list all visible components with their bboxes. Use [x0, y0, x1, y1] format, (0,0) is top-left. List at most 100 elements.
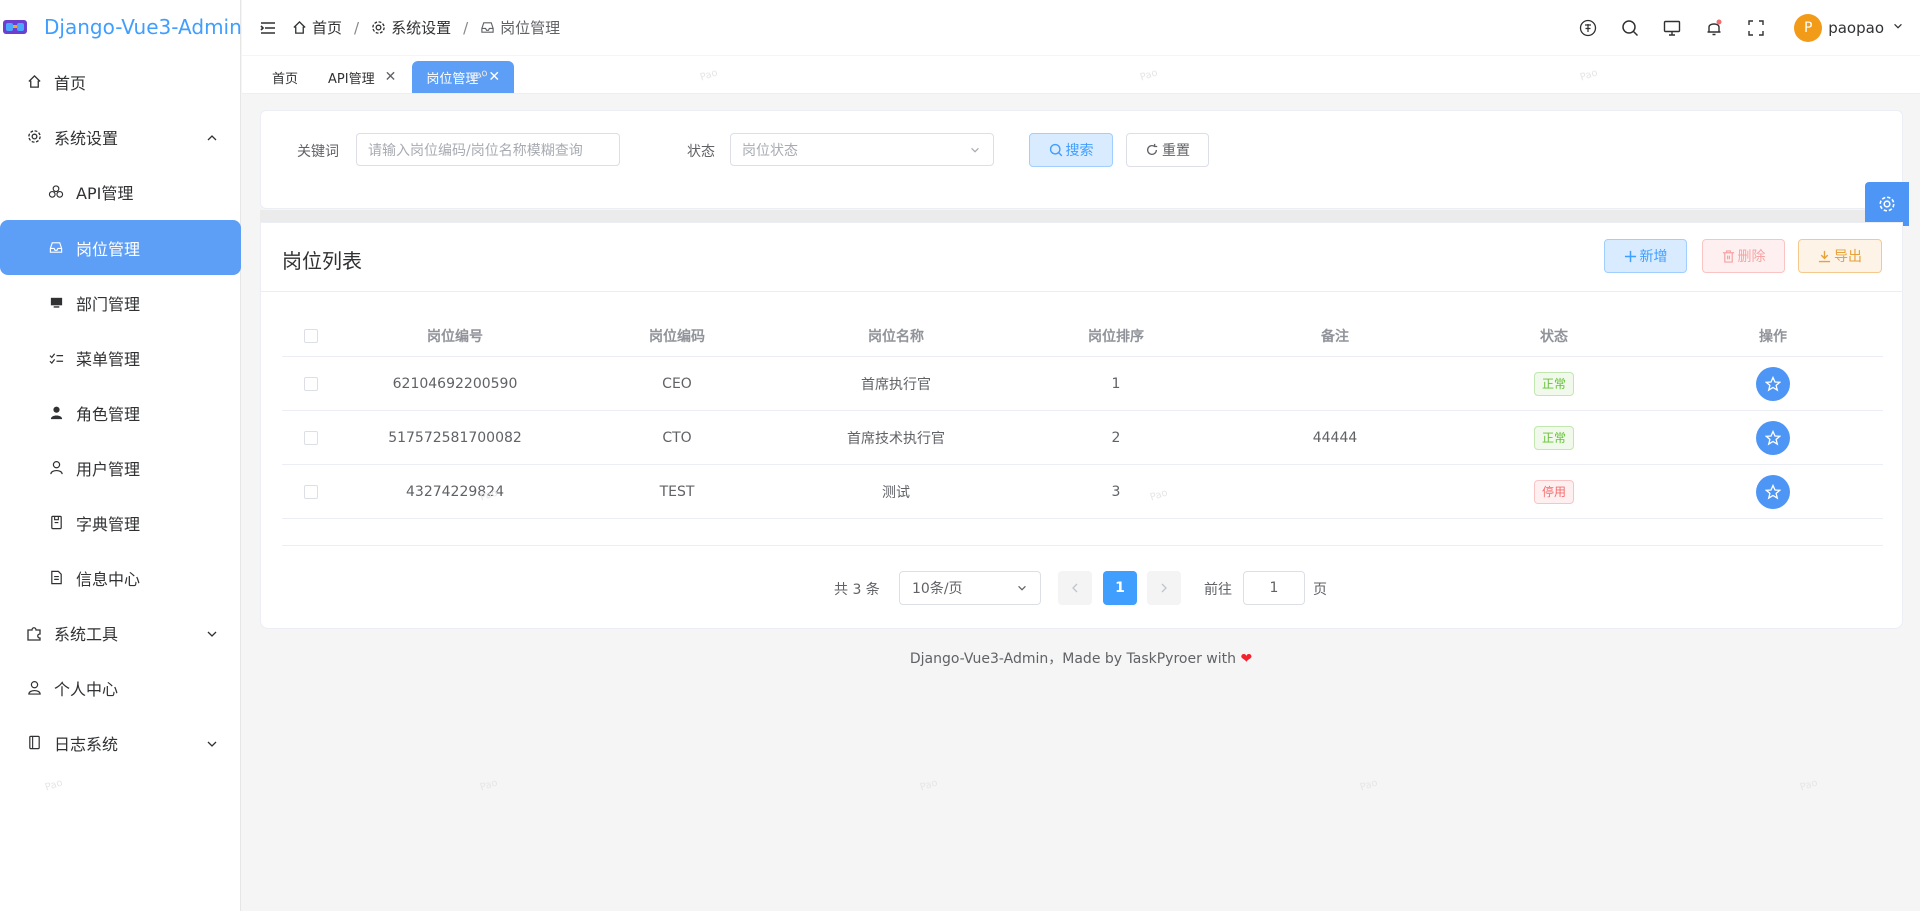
user-icon [48, 460, 64, 476]
tab-api[interactable]: API管理 ✕ [314, 61, 410, 93]
row-action-button[interactable] [1756, 366, 1790, 401]
row-action-button[interactable] [1756, 420, 1790, 455]
search-icon [1049, 143, 1062, 157]
breadcrumb-separator: / [354, 18, 360, 37]
post-id: 43274229824 [406, 483, 504, 500]
download-icon [1818, 250, 1831, 262]
section-gap [260, 210, 1903, 222]
close-icon[interactable]: ✕ [488, 69, 500, 85]
column-header: 操作 [1759, 328, 1787, 345]
row-checkbox[interactable] [304, 376, 318, 391]
sidebar-item-user[interactable]: 用户管理 [0, 440, 241, 495]
status-placeholder: 岗位状态 [742, 142, 798, 159]
sidebar-item-label: API管理 [76, 183, 134, 203]
export-button-label: 导出 [1834, 249, 1862, 265]
post-code: CEO [662, 375, 692, 392]
heart-icon: ❤ [1240, 651, 1253, 667]
column-header: 岗位名称 [868, 328, 924, 345]
post-list-card: 岗位列表 新增 删除 导出 岗位编号 岗位编码 岗位名称 岗位排序 备注 状态 … [260, 222, 1903, 629]
sidebar-item-api[interactable]: API管理 [0, 164, 241, 219]
settings-float-button[interactable] [1865, 182, 1909, 226]
sidebar-item-label: 个人中心 [54, 679, 119, 699]
reset-button[interactable]: 重置 [1126, 133, 1209, 167]
breadcrumb: 首页 / 系统设置 / 岗位管理 [292, 17, 560, 38]
table-row[interactable]: 43274229824 TEST 测试 3 停用 [282, 465, 1883, 519]
post-sort: 3 [1111, 483, 1121, 500]
sidebar-item-role[interactable]: 角色管理 [0, 385, 241, 440]
tab-home[interactable]: 首页 [258, 61, 312, 93]
search-button[interactable]: 搜索 [1029, 133, 1113, 167]
sidebar-item-dept[interactable]: 部门管理 [0, 275, 241, 330]
table-row[interactable]: 517572581700082 CTO 首席技术执行官 2 44444 正常 [282, 411, 1883, 465]
user-outline-icon [26, 680, 42, 696]
next-page-button[interactable] [1147, 571, 1181, 605]
log-book-icon [26, 735, 42, 751]
table-header: 岗位编号 岗位编码 岗位名称 岗位排序 备注 状态 操作 [282, 315, 1883, 357]
close-icon[interactable]: ✕ [385, 69, 397, 85]
search-form: 关键词 请输入岗位编码/岗位名称模糊查询 状态 岗位状态 搜索 重置 [260, 110, 1903, 209]
breadcrumb-home[interactable]: 首页 [312, 17, 342, 38]
row-action-button[interactable] [1756, 474, 1790, 509]
add-button-label: 新增 [1639, 249, 1668, 265]
sidebar-item-profile[interactable]: 个人中心 [0, 660, 241, 715]
table-row[interactable]: 62104692200590 CEO 首席执行官 1 正常 [282, 357, 1883, 411]
column-header: 岗位编码 [649, 328, 705, 345]
sidebar-item-home[interactable]: 首页 [0, 54, 241, 109]
avatar[interactable]: P [1794, 13, 1823, 42]
home-icon [292, 20, 307, 35]
sidebar-item-message[interactable]: 信息中心 [0, 550, 241, 605]
chevron-down-icon [205, 626, 219, 640]
select-all-checkbox[interactable] [304, 328, 318, 343]
sidebar-item-label: 菜单管理 [76, 349, 141, 369]
star-icon [1765, 483, 1781, 499]
add-button[interactable]: 新增 [1604, 239, 1687, 273]
bell-icon[interactable] [1704, 18, 1724, 38]
goto-page-input[interactable]: 1 [1243, 571, 1305, 605]
row-checkbox[interactable] [304, 484, 318, 499]
watermark: Pao [918, 777, 940, 794]
sidebar-item-system-settings[interactable]: 系统设置 [0, 109, 241, 164]
row-checkbox[interactable] [304, 430, 318, 445]
post-sort: 2 [1111, 429, 1121, 446]
keyword-input[interactable]: 请输入岗位编码/岗位名称模糊查询 [356, 133, 620, 166]
search-icon[interactable] [1620, 18, 1640, 38]
post-name: 首席执行官 [861, 376, 931, 393]
monitor-icon[interactable] [1662, 18, 1682, 38]
sidebar-item-label: 字典管理 [76, 514, 141, 534]
watermark: Pao [1358, 777, 1380, 794]
trash-icon [1722, 249, 1734, 263]
delete-button[interactable]: 删除 [1702, 239, 1785, 273]
footer: Django-Vue3-Admin，Made by TaskPyroer wit… [242, 648, 1920, 668]
plus-icon [1624, 250, 1636, 262]
puzzle-icon [26, 625, 42, 641]
sidebar-item-menu[interactable]: 菜单管理 [0, 330, 241, 385]
column-header: 岗位排序 [1088, 328, 1144, 345]
logo[interactable]: Django-Vue3-Admin [0, 0, 242, 54]
page-size-select[interactable]: 10条/页 [899, 571, 1041, 605]
language-icon[interactable] [1578, 18, 1598, 38]
sidebar-item-logs[interactable]: 日志系统 [0, 715, 241, 770]
fullscreen-icon[interactable] [1746, 18, 1766, 38]
post-code: TEST [659, 483, 695, 500]
breadcrumb-system-settings[interactable]: 系统设置 [391, 17, 451, 38]
column-header: 备注 [1321, 328, 1349, 345]
chevron-down-icon [205, 736, 219, 750]
logo-icon [2, 16, 28, 38]
page-number-button[interactable]: 1 [1103, 571, 1137, 605]
tab-post[interactable]: 岗位管理 ✕ [412, 61, 515, 93]
table-bottom-border [282, 545, 1883, 546]
status-select[interactable]: 岗位状态 [730, 133, 994, 166]
sidebar-item-system-tools[interactable]: 系统工具 [0, 605, 241, 660]
post-sort: 1 [1111, 375, 1121, 392]
sidebar-item-label: 首页 [54, 73, 87, 93]
chevron-down-icon[interactable] [1892, 20, 1904, 36]
sidebar-item-post[interactable]: 岗位管理 [0, 220, 241, 275]
sidebar-item-dict[interactable]: 字典管理 [0, 495, 241, 550]
export-button[interactable]: 导出 [1798, 239, 1882, 273]
prev-page-button[interactable] [1058, 571, 1092, 605]
username[interactable]: paopao [1828, 19, 1884, 37]
sidebar-item-label: 日志系统 [54, 734, 119, 754]
menu-toggle-icon[interactable] [260, 21, 276, 35]
tab-label: 岗位管理 [426, 71, 479, 87]
status-badge: 正常 [1533, 371, 1575, 396]
